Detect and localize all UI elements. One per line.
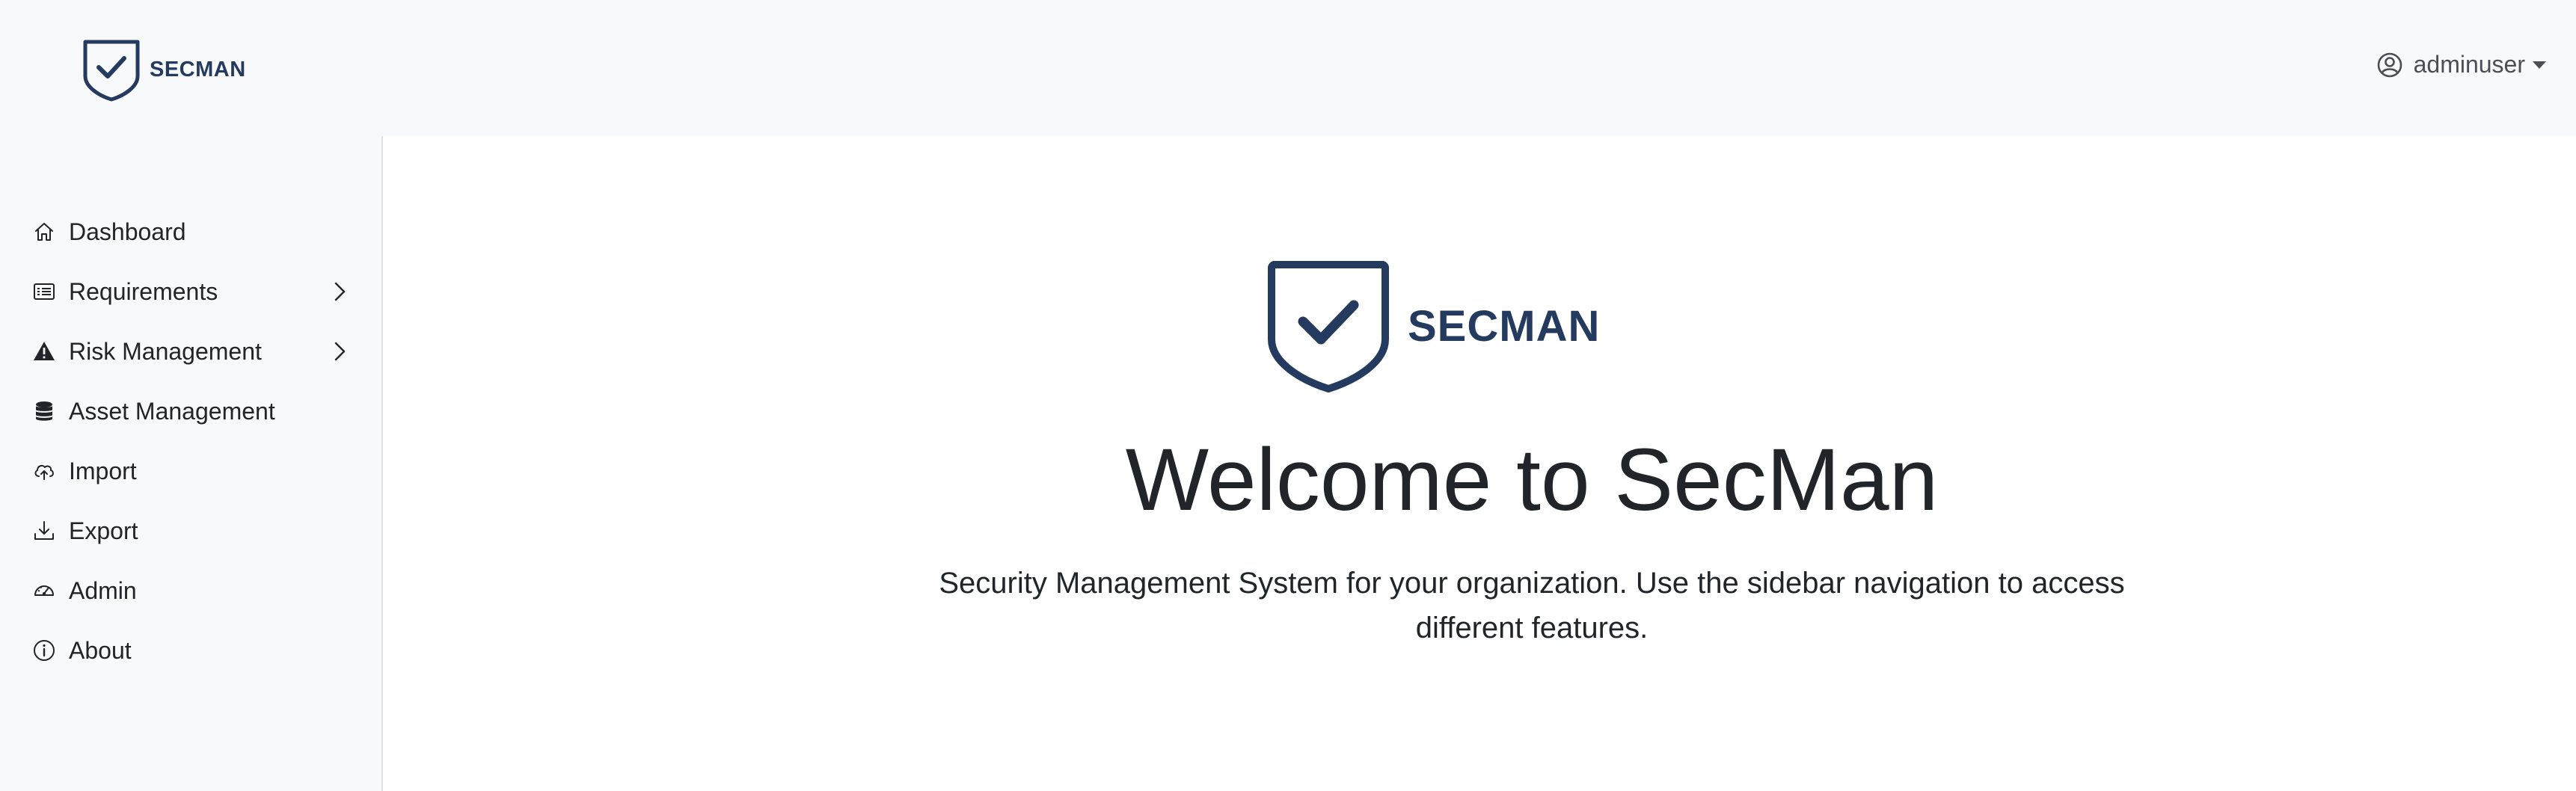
sidebar-item-dashboard[interactable]: Dashboard	[0, 202, 381, 262]
brand-text: SECMAN	[150, 57, 246, 81]
sidebar-item-label: Admin	[69, 576, 137, 604]
sidebar-item-risk-management[interactable]: Risk Management	[0, 321, 381, 381]
database-icon	[31, 398, 57, 424]
caret-down-icon	[2533, 61, 2546, 69]
sidebar-item-about[interactable]: About	[0, 621, 381, 680]
sidebar-item-label: About	[69, 636, 132, 664]
user-circle-icon	[2376, 52, 2403, 79]
sidebar-item-export[interactable]: Export	[0, 501, 381, 561]
username-label: adminuser	[2413, 51, 2525, 78]
sidebar-item-import[interactable]: Import	[0, 441, 381, 501]
home-icon	[31, 219, 57, 244]
sidebar: Dashboard Requirements Risk Management A…	[0, 136, 383, 791]
sidebar-item-label: Import	[69, 457, 137, 484]
main-content: SECMAN Welcome to SecMan Security Manage…	[417, 136, 2576, 791]
list-card-icon	[31, 279, 57, 304]
top-navbar: SECMAN adminuser	[0, 0, 2576, 136]
speedometer-icon	[31, 578, 57, 603]
sidebar-nav: Dashboard Requirements Risk Management A…	[0, 202, 381, 680]
sidebar-item-admin[interactable]: Admin	[0, 561, 381, 621]
chevron-right-icon[interactable]	[326, 278, 353, 305]
sidebar-item-asset-management[interactable]: Asset Management	[0, 381, 381, 441]
shield-check-icon	[1264, 259, 1393, 393]
sidebar-item-label: Asset Management	[69, 397, 275, 425]
shield-check-icon	[81, 37, 142, 102]
sidebar-item-label: Requirements	[69, 277, 218, 305]
chevron-right-icon[interactable]	[326, 338, 353, 365]
info-circle-icon	[31, 638, 57, 663]
page-title: Welcome to SecMan	[1125, 431, 1939, 529]
sidebar-item-label: Dashboard	[69, 218, 186, 245]
sidebar-item-label: Export	[69, 517, 138, 544]
warning-triangle-icon	[31, 339, 57, 364]
page-subtitle: Security Management System for your orga…	[939, 567, 2125, 644]
download-icon	[31, 518, 57, 544]
sidebar-item-label: Risk Management	[69, 337, 262, 365]
hero-logo: SECMAN	[1264, 259, 1600, 393]
cloud-upload-icon	[31, 458, 57, 484]
user-menu-dropdown[interactable]: adminuser	[2376, 51, 2546, 79]
hero-logo-text: SECMAN	[1408, 301, 1601, 351]
sidebar-item-requirements[interactable]: Requirements	[0, 262, 381, 321]
brand-logo-link[interactable]: SECMAN	[81, 37, 246, 102]
